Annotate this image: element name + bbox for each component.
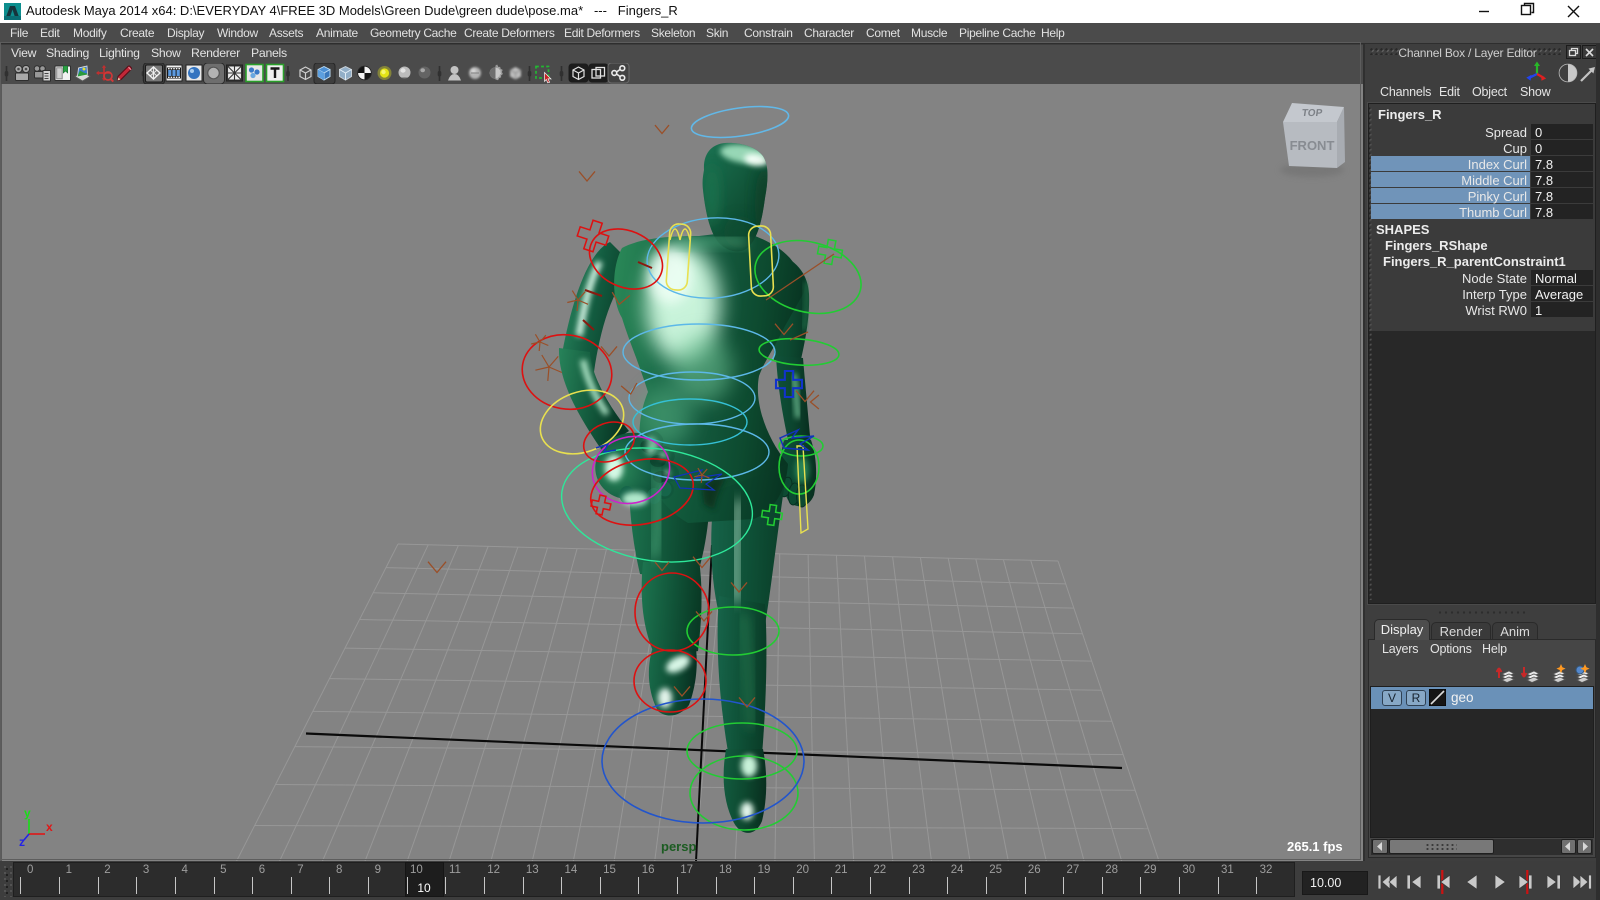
- svg-text:persp: persp: [661, 839, 696, 854]
- svg-text:y: y: [24, 806, 31, 820]
- svg-text:TOP: TOP: [1301, 108, 1323, 119]
- svg-text:x: x: [46, 820, 53, 834]
- svg-text:265.1 fps: 265.1 fps: [1287, 839, 1343, 854]
- svg-text:FRONT: FRONT: [1290, 138, 1335, 153]
- svg-text:z: z: [19, 835, 25, 849]
